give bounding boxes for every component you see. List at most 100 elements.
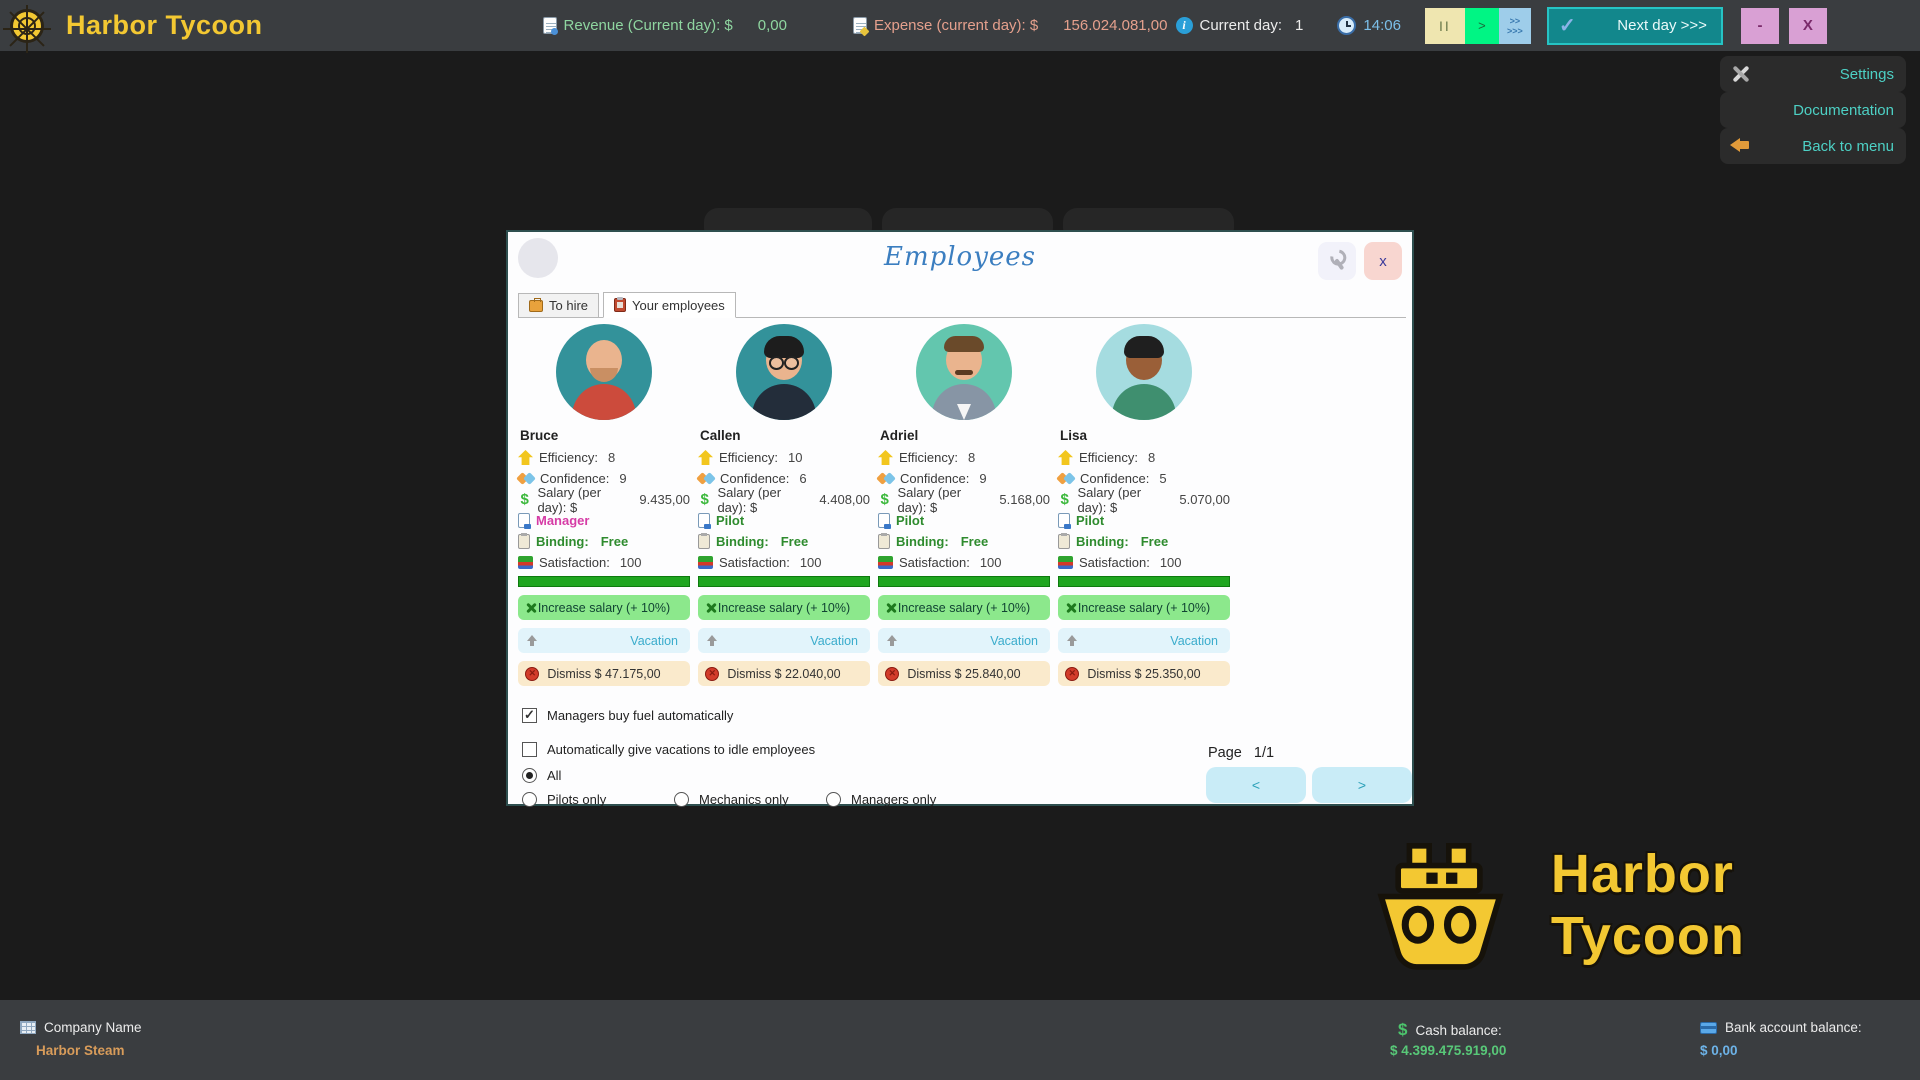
- tab-your-employees[interactable]: Your employees: [603, 292, 736, 318]
- play-button[interactable]: >: [1465, 8, 1499, 44]
- back-to-menu-button[interactable]: Back to menu: [1720, 128, 1906, 164]
- revenue-indicator: Revenue (Current day): $ 0,00: [543, 17, 787, 34]
- binding-value: Free: [1141, 534, 1168, 549]
- radio-unselected[interactable]: [522, 792, 537, 807]
- employee-card-bruce: Bruce Efficiency:8 Confidence:9 $Salary …: [518, 324, 690, 686]
- satisfaction-bar: [518, 576, 690, 587]
- pause-button[interactable]: II: [1425, 8, 1465, 44]
- efficiency-value: 10: [788, 450, 802, 465]
- increase-salary-button[interactable]: Increase salary (+ 10%): [698, 595, 870, 620]
- confidence-icon: [1058, 472, 1074, 486]
- auto-vacations-option[interactable]: Automatically give vacations to idle emp…: [522, 742, 815, 757]
- settings-button[interactable]: Settings: [1720, 56, 1906, 92]
- dismiss-cost: 47.175,00: [605, 667, 661, 681]
- current-day-indicator: i Current day: 1: [1176, 17, 1304, 34]
- fast-forward-bottom-label: >>>: [1507, 26, 1523, 36]
- role-value: Pilot: [896, 513, 924, 528]
- efficiency-value: 8: [968, 450, 975, 465]
- satisfaction-bar: [1058, 576, 1230, 587]
- bank-card-icon: [1700, 1022, 1717, 1034]
- confidence-icon: [698, 472, 714, 486]
- filter-all-option[interactable]: All: [522, 768, 561, 783]
- efficiency-icon: [1058, 450, 1073, 465]
- satisfaction-bar: [878, 576, 1050, 587]
- prev-page-button[interactable]: <: [1206, 767, 1306, 803]
- vacation-button[interactable]: Vacation: [878, 628, 1050, 653]
- checkbox-checked[interactable]: [522, 708, 537, 723]
- salary-value: 5.168,00: [999, 492, 1050, 507]
- dialog-close-button[interactable]: x: [1364, 242, 1402, 280]
- role-icon: [1058, 513, 1070, 528]
- filter-mechanics-option[interactable]: Mechanics only: [674, 792, 789, 807]
- back-arrow-icon: [1730, 138, 1750, 158]
- tab-to-hire[interactable]: To hire: [518, 293, 599, 317]
- avatar: [1096, 324, 1192, 420]
- info-icon[interactable]: i: [1176, 17, 1193, 34]
- increase-salary-button[interactable]: Increase salary (+ 10%): [1058, 595, 1230, 620]
- radio-selected[interactable]: [522, 768, 537, 783]
- dialog-settings-button[interactable]: [1318, 242, 1356, 280]
- dialog-title: Employees: [508, 242, 1412, 272]
- employee-name: Lisa: [1060, 428, 1230, 443]
- bank-balance-value: $ 0,00: [1700, 1043, 1738, 1058]
- employees-dialog: Employees x To hire Your employees: [506, 230, 1414, 806]
- window-close-button[interactable]: X: [1789, 8, 1827, 44]
- role-icon: [878, 513, 890, 528]
- expense-label: Expense (current day): $: [874, 17, 1038, 34]
- next-day-label: Next day >>>: [1617, 17, 1707, 34]
- expense-value: 156.024.081,00: [1063, 17, 1167, 34]
- efficiency-icon: [518, 450, 533, 465]
- brand-logo-text: Harbor Tycoon: [1551, 843, 1920, 967]
- next-page-button[interactable]: >: [1312, 767, 1412, 803]
- vacation-button[interactable]: Vacation: [1058, 628, 1230, 653]
- confidence-icon: [878, 472, 894, 486]
- efficiency-value: 8: [1148, 450, 1155, 465]
- confidence-icon: [518, 472, 534, 486]
- managers-buy-fuel-option[interactable]: Managers buy fuel automatically: [522, 708, 733, 723]
- radio-unselected[interactable]: [826, 792, 841, 807]
- dismiss-button[interactable]: Dismiss $ 47.175,00: [518, 661, 690, 686]
- role-icon: [698, 513, 710, 528]
- current-day-label: Current day:: [1200, 17, 1283, 34]
- filter-pilots-label: Pilots only: [547, 792, 606, 807]
- clipboard-icon: [614, 298, 626, 312]
- clock-icon: [1337, 16, 1356, 35]
- increase-salary-button[interactable]: Increase salary (+ 10%): [518, 595, 690, 620]
- fast-forward-button[interactable]: >> >>>: [1499, 8, 1531, 44]
- vacation-button[interactable]: Vacation: [518, 628, 690, 653]
- role-value: Pilot: [1076, 513, 1104, 528]
- cash-icon: $: [1398, 1020, 1407, 1040]
- back-to-menu-label: Back to menu: [1802, 138, 1894, 155]
- revenue-label: Revenue (Current day): $: [564, 17, 733, 34]
- expense-doc-icon: [853, 17, 867, 34]
- page-indicator: Page1/1: [1208, 745, 1274, 761]
- checkbox-unchecked[interactable]: [522, 742, 537, 757]
- filter-managers-label: Managers only: [851, 792, 936, 807]
- dismiss-button[interactable]: Dismiss $ 22.040,00: [698, 661, 870, 686]
- raise-icon: [525, 602, 537, 614]
- vacation-button[interactable]: Vacation: [698, 628, 870, 653]
- documentation-label: Documentation: [1793, 102, 1894, 119]
- expense-indicator: Expense (current day): $ 156.024.081,00: [853, 17, 1168, 34]
- efficiency-icon: [878, 450, 893, 465]
- salary-icon: $: [698, 491, 711, 508]
- filter-pilots-option[interactable]: Pilots only: [522, 792, 606, 807]
- satisfaction-icon: [878, 556, 893, 569]
- filter-managers-option[interactable]: Managers only: [826, 792, 936, 807]
- next-day-button[interactable]: ✓ Next day >>>: [1547, 7, 1723, 45]
- raise-icon: [885, 602, 897, 614]
- current-day-value: 1: [1295, 17, 1303, 34]
- bank-balance-block: Bank account balance:: [1700, 1020, 1862, 1035]
- satisfaction-icon: [698, 556, 713, 569]
- increase-salary-button[interactable]: Increase salary (+ 10%): [878, 595, 1050, 620]
- top-bar: Harbor Tycoon Revenue (Current day): $ 0…: [0, 0, 1920, 51]
- vacation-arrow-icon: [887, 635, 897, 647]
- dismiss-button[interactable]: Dismiss $ 25.840,00: [878, 661, 1050, 686]
- radio-unselected[interactable]: [674, 792, 689, 807]
- dismiss-button[interactable]: Dismiss $ 25.350,00: [1058, 661, 1230, 686]
- minimize-button[interactable]: -: [1741, 8, 1779, 44]
- dismiss-cost: 22.040,00: [785, 667, 841, 681]
- documentation-button[interactable]: Documentation: [1720, 92, 1906, 128]
- binding-icon: [518, 534, 530, 549]
- company-name-value: Harbor Steam: [36, 1043, 125, 1058]
